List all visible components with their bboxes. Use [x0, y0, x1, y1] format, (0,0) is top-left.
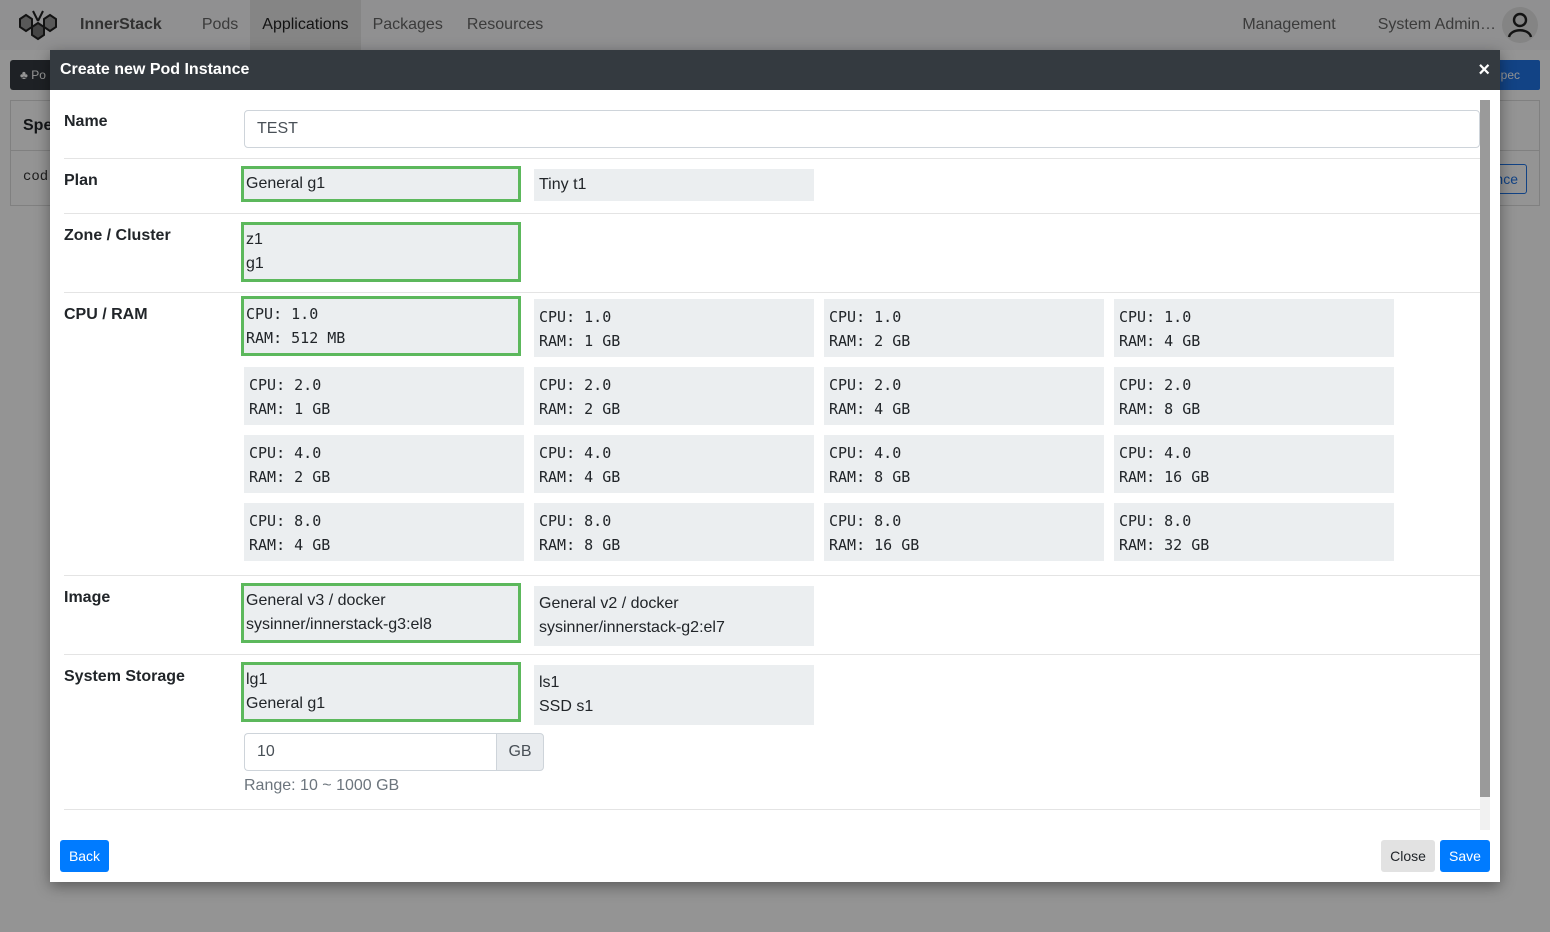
back-button[interactable]: Back — [60, 840, 109, 872]
modal-header: Create new Pod Instance × — [50, 50, 1500, 90]
cpu-value: CPU: 4.0 — [539, 444, 612, 462]
cpu-value: CPU: 8.0 — [829, 512, 902, 530]
ram-value: RAM: 4 GB — [829, 400, 911, 418]
cpu-value: CPU: 8.0 — [539, 512, 612, 530]
modal-body: Name TEST Plan General g1 Tiny t1 Zone /… — [50, 90, 1490, 830]
storage-size-input[interactable]: 10 — [244, 733, 496, 771]
modal-scrollbar[interactable] — [1480, 100, 1490, 830]
form-row-system-storage: System Storage lg1 General g1 ls1 SSD s1… — [64, 655, 1480, 810]
cpu-value: CPU: 1.0 — [539, 308, 612, 326]
cpu-value: CPU: 2.0 — [1119, 376, 1192, 394]
plan-option-general-g1[interactable]: General g1 — [241, 166, 521, 202]
close-icon[interactable]: × — [1478, 60, 1490, 80]
form-row-plan: Plan General g1 Tiny t1 — [64, 159, 1480, 214]
ram-value: RAM: 512 MB — [246, 329, 346, 347]
ram-value: RAM: 8 GB — [539, 536, 621, 554]
cpu-ram-option[interactable]: CPU: 4.0 RAM: 8 GB — [824, 435, 1104, 493]
form-row-image: Image General v3 / docker sysinner/inner… — [64, 576, 1480, 655]
ram-value: RAM: 16 GB — [829, 536, 920, 554]
ram-value: RAM: 16 GB — [1119, 468, 1210, 486]
storage-size-unit: GB — [496, 733, 544, 771]
image-option-general-v2[interactable]: General v2 / docker sysinner/innerstack-… — [534, 586, 814, 646]
cpu-ram-option[interactable]: CPU: 8.0 RAM: 32 GB — [1114, 503, 1394, 561]
cpu-ram-option[interactable]: CPU: 1.0 RAM: 4 GB — [1114, 299, 1394, 357]
cpu-value: CPU: 1.0 — [246, 305, 319, 323]
plan-label: Plan — [64, 172, 98, 189]
cpu-ram-option[interactable]: CPU: 8.0 RAM: 16 GB — [824, 503, 1104, 561]
cpu-value: CPU: 4.0 — [249, 444, 322, 462]
cpu-ram-option[interactable]: CPU: 2.0 RAM: 2 GB — [534, 367, 814, 425]
cpu-value: CPU: 4.0 — [1119, 444, 1192, 462]
cpu-value: CPU: 8.0 — [1119, 512, 1192, 530]
storage-option-ls1[interactable]: ls1 SSD s1 — [534, 665, 814, 725]
ram-value: RAM: 2 GB — [539, 400, 621, 418]
name-label: Name — [64, 113, 108, 130]
storage-option-lg1[interactable]: lg1 General g1 — [241, 662, 521, 722]
ram-value: RAM: 8 GB — [1119, 400, 1201, 418]
storage-range-hint: Range: 10 ~ 1000 GB — [244, 777, 400, 794]
cpu-ram-option[interactable]: CPU: 1.0 RAM: 512 MB — [241, 296, 521, 356]
ram-value: RAM: 8 GB — [829, 468, 911, 486]
cpu-value: CPU: 4.0 — [829, 444, 902, 462]
scrollbar-thumb[interactable] — [1480, 100, 1490, 797]
modal-title: Create new Pod Instance — [60, 61, 250, 78]
cpu-ram-option[interactable]: CPU: 4.0 RAM: 2 GB — [244, 435, 524, 493]
cpu-value: CPU: 1.0 — [829, 308, 902, 326]
cpu-ram-option[interactable]: CPU: 2.0 RAM: 1 GB — [244, 367, 524, 425]
ram-value: RAM: 1 GB — [539, 332, 621, 350]
ram-value: RAM: 4 GB — [1119, 332, 1201, 350]
ram-value: RAM: 32 GB — [1119, 536, 1210, 554]
cpu-ram-option[interactable]: CPU: 2.0 RAM: 4 GB — [824, 367, 1104, 425]
form-row-cpu-ram: CPU / RAM CPU: 1.0 RAM: 512 MB CPU: 1.0 RAM… — [64, 293, 1480, 576]
image-label: Image — [64, 589, 111, 606]
cpu-value: CPU: 2.0 — [249, 376, 322, 394]
ram-value: RAM: 4 GB — [539, 468, 621, 486]
cpu-ram-option[interactable]: CPU: 4.0 RAM: 4 GB — [534, 435, 814, 493]
ram-value: RAM: 1 GB — [249, 400, 331, 418]
cpu-value: CPU: 8.0 — [249, 512, 322, 530]
cpu-value: CPU: 2.0 — [829, 376, 902, 394]
ram-value: RAM: 2 GB — [829, 332, 911, 350]
form-row-name: Name TEST — [64, 90, 1480, 159]
create-pod-modal: Create new Pod Instance × Name TEST Plan… — [50, 50, 1500, 882]
ram-value: RAM: 4 GB — [249, 536, 331, 554]
save-button[interactable]: Save — [1440, 840, 1490, 872]
cpu-ram-option[interactable]: CPU: 4.0 RAM: 16 GB — [1114, 435, 1394, 493]
cpu-ram-option[interactable]: CPU: 1.0 RAM: 1 GB — [534, 299, 814, 357]
plan-option-tiny-t1[interactable]: Tiny t1 — [534, 169, 814, 201]
zone-option-z1-g1[interactable]: z1 g1 — [241, 222, 521, 282]
cpu-ram-option[interactable]: CPU: 8.0 RAM: 4 GB — [244, 503, 524, 561]
cpu-ram-option[interactable]: CPU: 2.0 RAM: 8 GB — [1114, 367, 1394, 425]
cpu-value: CPU: 2.0 — [539, 376, 612, 394]
cpu-value: CPU: 1.0 — [1119, 308, 1192, 326]
system-storage-label: System Storage — [64, 668, 185, 685]
image-option-general-v3[interactable]: General v3 / docker sysinner/innerstack-… — [241, 583, 521, 643]
name-input[interactable]: TEST — [244, 110, 1480, 148]
ram-value: RAM: 2 GB — [249, 468, 331, 486]
cpu-ram-label: CPU / RAM — [64, 306, 148, 323]
modal-footer: Back Close Save — [50, 840, 1500, 872]
cpu-ram-option[interactable]: CPU: 1.0 RAM: 2 GB — [824, 299, 1104, 357]
cpu-ram-option[interactable]: CPU: 8.0 RAM: 8 GB — [534, 503, 814, 561]
form-row-zone: Zone / Cluster z1 g1 — [64, 214, 1480, 293]
zone-cluster-label: Zone / Cluster — [64, 227, 171, 244]
close-button[interactable]: Close — [1381, 840, 1435, 872]
